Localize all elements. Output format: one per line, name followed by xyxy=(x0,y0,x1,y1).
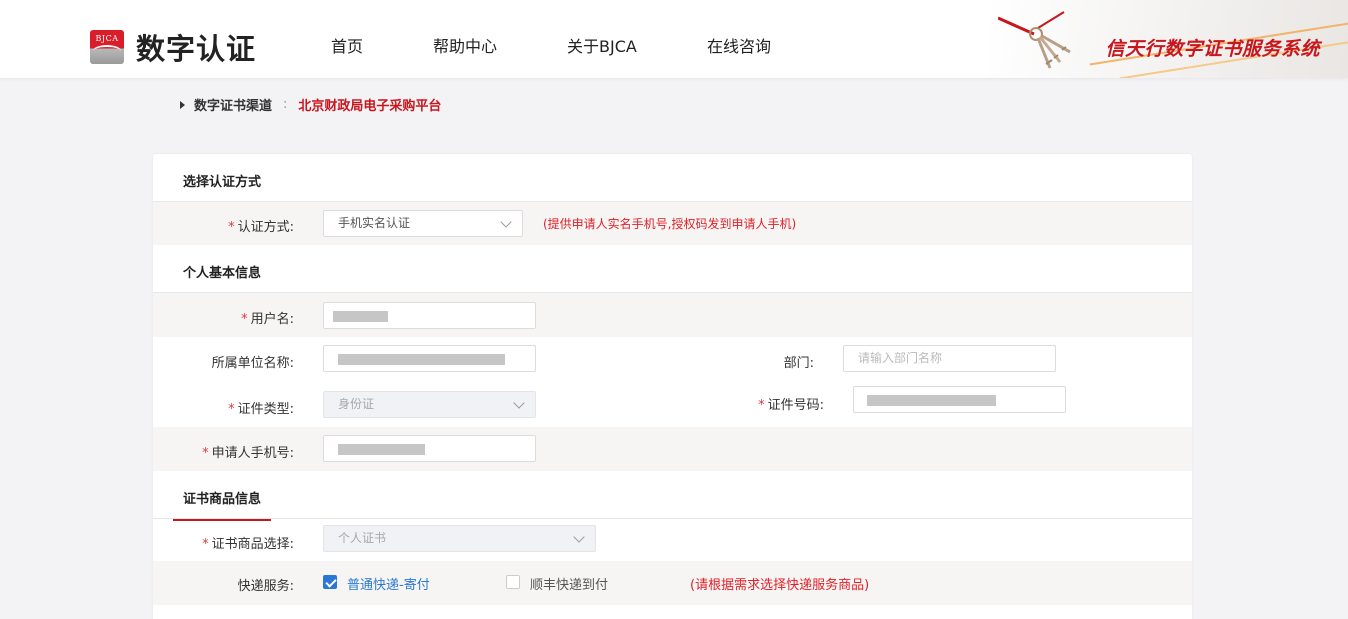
brand-banner: 信天行数字证书服务系统 xyxy=(988,0,1348,78)
site-logo[interactable]: BJCA 数字认证 xyxy=(90,26,256,68)
idtype-label: * 证件类型: xyxy=(228,402,294,417)
redacted-value xyxy=(338,444,425,455)
nav-home[interactable]: 首页 xyxy=(331,33,363,57)
chevron-down-icon xyxy=(573,531,585,543)
breadcrumb-label: 数字证书渠道 xyxy=(194,99,273,114)
product-select[interactable]: 个人证书 xyxy=(323,525,596,552)
row-product: * 证书商品选择: 个人证书 xyxy=(153,519,1192,561)
row-id: * 证件类型: 身份证 * 证件号码: xyxy=(153,382,1192,427)
org-input[interactable] xyxy=(323,345,536,372)
idno-input[interactable] xyxy=(853,386,1066,413)
nav-about-bjca[interactable]: 关于BJCA xyxy=(567,33,637,57)
org-label: 所属单位名称: xyxy=(211,356,294,371)
breadcrumb: 数字证书渠道 : 北京财政局电子采购平台 xyxy=(180,95,441,114)
row-org: 所属单位名称: 部门: 请输入部门名称 xyxy=(153,337,1192,382)
express-note: (请根据需求选择快递服务商品) xyxy=(690,578,870,593)
username-label: * 用户名: xyxy=(241,312,294,327)
express-standard-label[interactable]: 普通快递-寄付 xyxy=(347,574,430,593)
redacted-value xyxy=(867,395,996,406)
product-label: * 证书商品选择: xyxy=(202,537,294,552)
express-label: 快递服务: xyxy=(237,579,294,594)
nav-online-consult[interactable]: 在线咨询 xyxy=(707,33,771,57)
section-personal-title: 个人基本信息 xyxy=(153,245,1192,295)
brand-title: 信天行数字证书服务系统 xyxy=(1105,38,1320,60)
top-header: BJCA 数字认证 首页 帮助中心 关于BJCA 在线咨询 信天行数字证书服务系… xyxy=(0,0,1348,78)
username-input[interactable] xyxy=(323,302,536,329)
dept-input[interactable]: 请输入部门名称 xyxy=(843,345,1056,372)
chevron-down-icon xyxy=(500,216,512,228)
auth-method-label: * 认证方式: xyxy=(228,220,294,235)
chevron-down-icon xyxy=(513,397,525,409)
keys-icon xyxy=(998,11,1071,69)
row-phone: * 申请人手机号: xyxy=(153,427,1192,471)
nav-help-center[interactable]: 帮助中心 xyxy=(433,33,497,57)
auth-method-select[interactable]: 手机实名认证 xyxy=(323,210,523,237)
dept-label: 部门: xyxy=(783,356,814,371)
logo-text: 数字认证 xyxy=(136,32,257,66)
auth-method-note: (提供申请人实名手机号,授权码发到申请人手机) xyxy=(543,217,797,231)
row-express: 快递服务: 普通快递-寄付 顺丰快递到付 (请根据需求选择快递服务商品) xyxy=(153,561,1192,605)
idno-label: * 证件号码: xyxy=(758,398,824,413)
phone-input[interactable] xyxy=(323,435,536,462)
row-auth-method: * 认证方式: 手机实名认证 (提供申请人实名手机号,授权码发到申请人手机) xyxy=(153,202,1192,245)
breadcrumb-separator: : xyxy=(283,97,288,112)
row-username: * 用户名: xyxy=(153,293,1192,337)
redacted-value xyxy=(333,311,388,322)
section-product-title: 证书商品信息 xyxy=(153,471,1192,521)
application-form-card: 选择认证方式 * 认证方式: 手机实名认证 (提供申请人实名手机号,授权码发到申请… xyxy=(153,154,1192,619)
express-sf-label[interactable]: 顺丰快递到付 xyxy=(530,574,608,593)
bjca-logo-icon: BJCA xyxy=(90,30,124,64)
breadcrumb-triangle-icon xyxy=(180,100,185,109)
phone-label: * 申请人手机号: xyxy=(202,446,294,461)
redacted-value xyxy=(338,354,505,365)
section-auth-title: 选择认证方式 xyxy=(153,154,1192,204)
express-sf-checkbox[interactable] xyxy=(506,575,520,589)
breadcrumb-channel: 北京财政局电子采购平台 xyxy=(298,99,442,114)
express-standard-checkbox[interactable] xyxy=(323,575,337,589)
idtype-select[interactable]: 身份证 xyxy=(323,391,536,418)
